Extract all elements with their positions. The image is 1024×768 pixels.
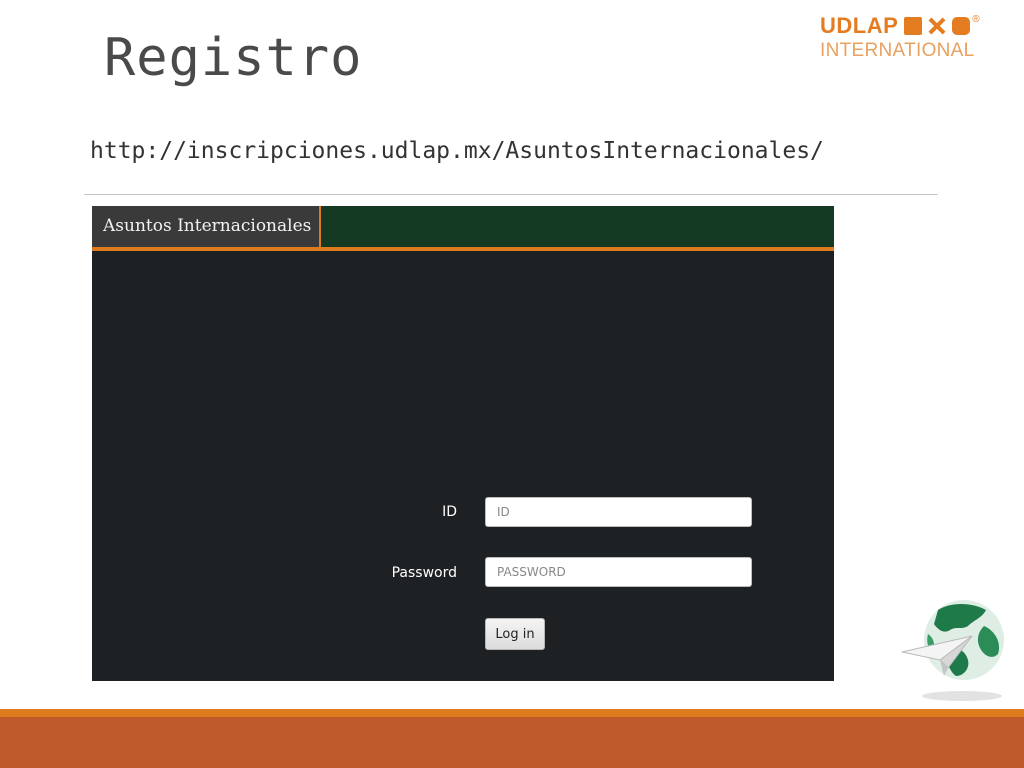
logo-cross-icon xyxy=(928,17,946,35)
app-screenshot: Asuntos Internacionales ID Password Log … xyxy=(92,206,834,681)
id-label: ID xyxy=(442,504,457,520)
id-input[interactable] xyxy=(485,497,752,527)
logo-registered-mark: ® xyxy=(972,14,980,25)
app-header: Asuntos Internacionales xyxy=(92,206,834,247)
login-button[interactable]: Log in xyxy=(485,618,545,650)
logo-top-row: UDLAP ® xyxy=(820,13,1010,38)
app-header-accent-line xyxy=(92,247,834,251)
logo-seven-icon xyxy=(904,17,923,35)
url-divider xyxy=(84,194,938,195)
app-brand-title[interactable]: Asuntos Internacionales xyxy=(92,206,321,247)
password-label: Password xyxy=(391,565,457,581)
globe-with-paper-plane-icon xyxy=(898,596,1014,706)
password-input[interactable] xyxy=(485,557,752,587)
registration-url: http://inscripciones.udlap.mx/AsuntosInt… xyxy=(90,138,824,164)
logo-dots-icon xyxy=(952,17,971,35)
slide-title: Registro xyxy=(104,28,363,88)
udlap-international-logo: UDLAP ® INTERNATIONAL xyxy=(820,13,1010,61)
logo-subtitle: INTERNATIONAL xyxy=(820,40,975,61)
footer-accent-band xyxy=(0,709,1024,717)
footer-band xyxy=(0,717,1024,768)
logo-wordmark: UDLAP xyxy=(820,13,899,38)
